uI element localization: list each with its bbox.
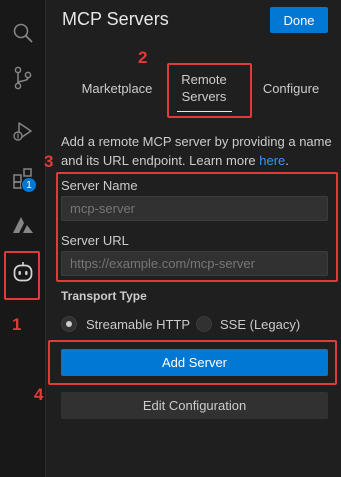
azure-icon[interactable] [5, 207, 41, 243]
server-name-input[interactable] [61, 196, 328, 221]
add-server-button[interactable]: Add Server [61, 349, 328, 376]
radio-selected-dot [66, 321, 72, 327]
server-name-label: Server Name [61, 178, 138, 193]
source-control-icon[interactable] [5, 60, 41, 96]
tab-remote-servers-line2: Servers [181, 89, 227, 104]
edit-configuration-button[interactable]: Edit Configuration [61, 392, 328, 419]
tab-remote-servers-line1: Remote [181, 72, 227, 87]
description-end: . [285, 153, 289, 168]
server-url-input[interactable] [61, 251, 328, 276]
radio-label-streamable-http[interactable]: Streamable HTTP [86, 317, 190, 332]
annotation-number-1: 1 [12, 315, 22, 334]
learn-more-link[interactable]: here [259, 153, 285, 168]
tab-active-indicator [177, 111, 232, 112]
tab-remote-servers[interactable]: Remote Servers [168, 71, 240, 105]
transport-type-label: Transport Type [61, 289, 147, 303]
radio-label-sse-legacy[interactable]: SSE (Legacy) [220, 317, 300, 332]
panel-title: MCP Servers [62, 9, 169, 29]
radio-streamable-http[interactable] [61, 316, 77, 332]
extensions-badge: 1 [21, 177, 37, 193]
annotation-number-2: 2 [138, 48, 148, 67]
done-button[interactable]: Done [270, 7, 328, 33]
radio-sse-legacy[interactable] [196, 316, 212, 332]
run-debug-icon[interactable] [5, 113, 41, 149]
activity-bar: 1 [0, 0, 46, 477]
tab-marketplace[interactable]: Marketplace [78, 80, 156, 97]
annotation-number-4: 4 [34, 385, 44, 404]
description: Add a remote MCP server by providing a n… [61, 132, 336, 170]
search-icon[interactable] [5, 15, 41, 51]
annotation-number-3: 3 [44, 152, 54, 171]
tab-configure[interactable]: Configure [256, 80, 326, 97]
copilot-robot-icon[interactable] [5, 255, 41, 291]
description-text: Add a remote MCP server by providing a n… [61, 134, 332, 168]
server-url-label: Server URL [61, 233, 129, 248]
